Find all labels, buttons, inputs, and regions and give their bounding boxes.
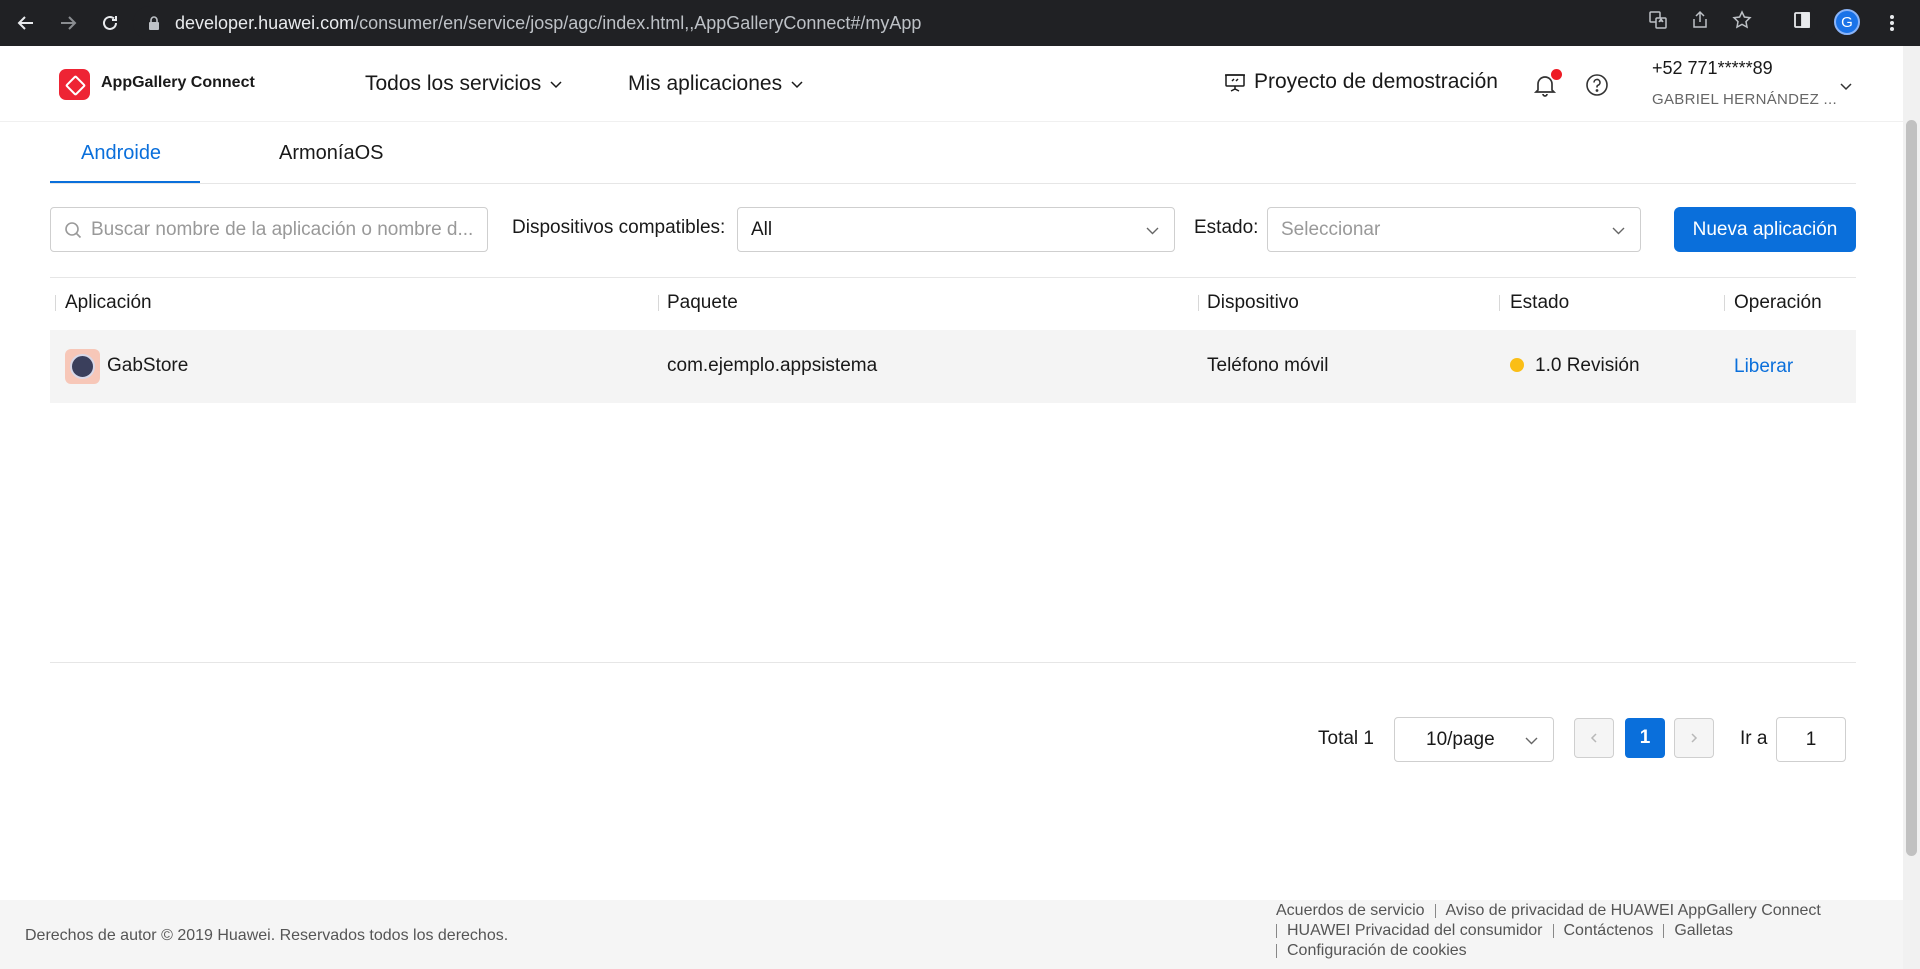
app-package: com.ejemplo.appsistema: [667, 355, 878, 376]
demo-project-link[interactable]: Proyecto de demostración: [1224, 70, 1498, 94]
devices-select-value: All: [751, 218, 773, 240]
user-phone[interactable]: +52 771*****89: [1652, 58, 1773, 79]
table-row[interactable]: GabStore com.ejemplo.appsistema Teléfono…: [50, 330, 1856, 403]
menu-all-services[interactable]: Todos los servicios: [365, 72, 563, 96]
devices-label: Dispositivos compatibles:: [512, 217, 726, 238]
brand-name[interactable]: AppGallery Connect: [101, 74, 255, 92]
platform-tabs: Androide ArmoníaOS: [50, 122, 1856, 184]
search-box[interactable]: [50, 207, 488, 252]
app-header: AppGallery Connect Todos los servicios M…: [0, 46, 1903, 122]
release-link[interactable]: Liberar: [1734, 356, 1793, 378]
notification-dot: [1551, 69, 1562, 80]
app-device: Teléfono móvil: [1207, 355, 1329, 376]
side-panel-icon[interactable]: [1792, 10, 1812, 35]
column-separator: [55, 295, 56, 311]
footer-divider: [1434, 904, 1436, 918]
chevron-right-icon: [1691, 733, 1698, 743]
demo-project-label: Proyecto de demostración: [1254, 70, 1498, 93]
app-name[interactable]: GabStore: [107, 355, 188, 377]
column-header-operation: Operación: [1734, 292, 1822, 313]
footer-link-service-agreements[interactable]: Acuerdos de servicio: [1276, 902, 1425, 920]
footer-divider: [1663, 924, 1665, 938]
column-separator: [658, 295, 659, 311]
presentation-icon: [1225, 74, 1245, 92]
footer-divider: [1276, 924, 1277, 938]
status-label: Estado:: [1194, 217, 1259, 238]
url-text: developer.huawei.com/consumer/en/service…: [175, 12, 922, 33]
translate-icon[interactable]: [1648, 10, 1668, 35]
column-separator: [1198, 295, 1199, 311]
page-number-current[interactable]: 1: [1625, 718, 1665, 758]
search-icon: [65, 221, 82, 238]
table-top-border: [50, 277, 1856, 278]
user-menu-chevron-icon[interactable]: [1838, 78, 1854, 94]
footer-divider: [1552, 924, 1554, 938]
menu-all-services-label: Todos los servicios: [365, 72, 542, 95]
help-icon[interactable]: [1584, 72, 1610, 98]
tab-android[interactable]: Androide: [81, 142, 161, 165]
menu-my-apps-label: Mis aplicaciones: [628, 72, 783, 95]
appgallery-logo-icon[interactable]: [59, 69, 90, 100]
column-header-app: Aplicación: [65, 292, 152, 313]
active-tab-indicator: [50, 181, 200, 183]
status-select-placeholder: Seleccionar: [1281, 218, 1381, 240]
copyright-text: Derechos de autor © 2019 Huawei. Reserva…: [25, 927, 509, 944]
column-header-device: Dispositivo: [1207, 292, 1299, 313]
table-bottom-border: [50, 662, 1856, 663]
chevron-down-icon: [1612, 227, 1625, 235]
menu-my-apps[interactable]: Mis aplicaciones: [628, 72, 804, 96]
reload-icon[interactable]: [96, 9, 124, 37]
forward-icon[interactable]: [54, 9, 82, 37]
new-app-button[interactable]: Nueva aplicación: [1674, 207, 1856, 252]
footer-links-row-3: Configuración de cookies: [1276, 942, 1467, 960]
more-menu-icon[interactable]: [1882, 10, 1902, 36]
column-header-package: Paquete: [667, 292, 738, 313]
profile-avatar[interactable]: G: [1834, 9, 1860, 35]
lock-icon: [149, 16, 159, 30]
user-name[interactable]: GABRIEL HERNÁNDEZ ...: [1652, 91, 1837, 108]
app-seal-icon: [70, 354, 95, 379]
chevron-down-icon: [791, 81, 803, 89]
devices-select[interactable]: All: [737, 207, 1175, 252]
chevron-down-icon: [550, 81, 562, 89]
page-footer: Derechos de autor © 2019 Huawei. Reserva…: [0, 900, 1903, 969]
total-count: Total 1: [1318, 728, 1374, 749]
footer-link-cookie-settings[interactable]: Configuración de cookies: [1287, 942, 1467, 960]
share-icon[interactable]: [1690, 10, 1710, 35]
footer-link-privacy-agc[interactable]: Aviso de privacidad de HUAWEI AppGallery…: [1446, 902, 1821, 920]
tab-harmonyos[interactable]: ArmoníaOS: [279, 142, 383, 165]
chevron-left-icon: [1590, 733, 1597, 743]
status-select[interactable]: Seleccionar: [1267, 207, 1641, 252]
scrollbar-thumb[interactable]: [1906, 120, 1917, 856]
footer-links-row-2: HUAWEI Privacidad del consumidor Contáct…: [1276, 922, 1733, 940]
bookmark-star-icon[interactable]: [1732, 9, 1752, 35]
app-logo-icon[interactable]: [65, 349, 100, 384]
next-page-button[interactable]: [1674, 718, 1714, 758]
column-separator: [1499, 295, 1500, 311]
app-status: 1.0 Revisión: [1535, 355, 1640, 376]
page-size-value: 10/page: [1426, 728, 1495, 750]
page-size-select[interactable]: 10/page: [1394, 717, 1554, 762]
back-icon[interactable]: [12, 9, 40, 37]
browser-toolbar: developer.huawei.com/consumer/en/service…: [0, 0, 1920, 46]
footer-link-consumer-privacy[interactable]: HUAWEI Privacidad del consumidor: [1287, 922, 1543, 940]
chevron-down-icon: [1525, 737, 1538, 745]
prev-page-button[interactable]: [1574, 718, 1614, 758]
column-header-status: Estado: [1510, 292, 1570, 313]
search-input[interactable]: [91, 218, 481, 241]
footer-divider: [1276, 944, 1277, 958]
footer-links-row-1: Acuerdos de servicio Aviso de privacidad…: [1276, 902, 1821, 920]
address-bar[interactable]: developer.huawei.com/consumer/en/service…: [133, 6, 1818, 40]
footer-link-contact[interactable]: Contáctenos: [1564, 922, 1654, 940]
footer-link-cookies[interactable]: Galletas: [1674, 922, 1733, 940]
notification-bell-icon[interactable]: [1532, 69, 1562, 98]
goto-label: Ir a: [1740, 728, 1768, 749]
status-dot-icon: [1510, 358, 1524, 372]
goto-page-input[interactable]: [1776, 717, 1846, 762]
chevron-down-icon: [1146, 227, 1159, 235]
column-separator: [1724, 295, 1725, 311]
page-scrollbar[interactable]: [1903, 46, 1920, 969]
